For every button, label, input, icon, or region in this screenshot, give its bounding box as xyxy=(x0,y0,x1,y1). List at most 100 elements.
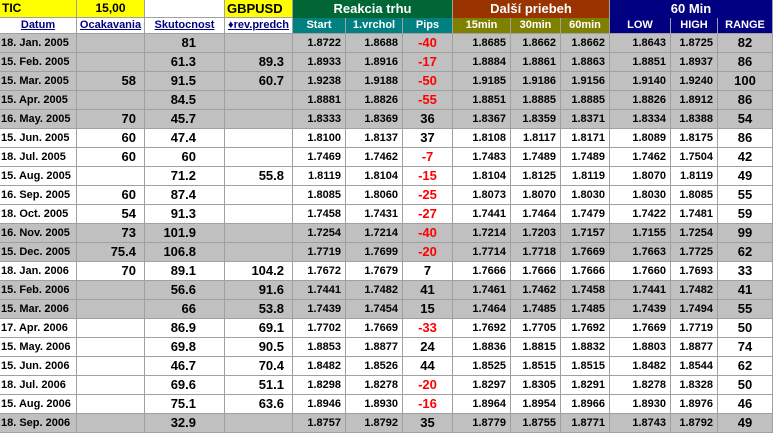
cell-ocakavania[interactable] xyxy=(77,414,145,433)
cell-start[interactable]: 1.9238 xyxy=(293,72,346,91)
cell-rev-predch[interactable]: 104.2 xyxy=(225,262,293,281)
cell-pips[interactable]: 35 xyxy=(403,414,453,433)
cell-rev-predch[interactable]: 90.5 xyxy=(225,338,293,357)
cell-datum[interactable]: 15. Dec. 2005 xyxy=(0,243,77,262)
cell-low[interactable]: 1.8826 xyxy=(610,91,671,110)
cell-rev-predch[interactable] xyxy=(225,414,293,433)
cell-60min[interactable]: 1.7489 xyxy=(561,148,610,167)
cell-15min[interactable]: 1.7692 xyxy=(453,319,511,338)
cell-vrchol[interactable]: 1.8278 xyxy=(346,376,403,395)
cell-high[interactable]: 1.8119 xyxy=(671,167,718,186)
cell-pips[interactable]: -20 xyxy=(403,376,453,395)
cell-high[interactable]: 1.8937 xyxy=(671,53,718,72)
cell-low[interactable]: 1.8070 xyxy=(610,167,671,186)
cell-ocakavania[interactable] xyxy=(77,300,145,319)
column-header-30min[interactable]: 30min xyxy=(511,18,561,34)
cell-30min[interactable]: 1.8117 xyxy=(511,129,561,148)
cell-high[interactable]: 1.7254 xyxy=(671,224,718,243)
cell-rev-predch[interactable]: 51.1 xyxy=(225,376,293,395)
cell-low[interactable]: 1.8930 xyxy=(610,395,671,414)
cell-high[interactable]: 1.8912 xyxy=(671,91,718,110)
cell-rev-predch[interactable]: 60.7 xyxy=(225,72,293,91)
cell-ocakavania[interactable] xyxy=(77,53,145,72)
cell-pips[interactable]: -20 xyxy=(403,243,453,262)
cell-skutocnost[interactable]: 46.7 xyxy=(145,357,225,376)
cell-range[interactable]: 55 xyxy=(718,300,773,319)
cell-datum[interactable]: 18. Jul. 2005 xyxy=(0,148,77,167)
cell-60min[interactable]: 1.8171 xyxy=(561,129,610,148)
cell-rev-predch[interactable]: 63.6 xyxy=(225,395,293,414)
cell-vrchol[interactable]: 1.8826 xyxy=(346,91,403,110)
cell-vrchol[interactable]: 1.8930 xyxy=(346,395,403,414)
cell-pips[interactable]: 36 xyxy=(403,110,453,129)
cell-15min[interactable]: 1.7483 xyxy=(453,148,511,167)
cell-range[interactable]: 41 xyxy=(718,281,773,300)
cell-pips[interactable]: 37 xyxy=(403,129,453,148)
cell-start[interactable]: 1.8933 xyxy=(293,53,346,72)
cell-skutocnost[interactable]: 84.5 xyxy=(145,91,225,110)
cell-vrchol[interactable]: 1.8526 xyxy=(346,357,403,376)
cell-start[interactable]: 1.7439 xyxy=(293,300,346,319)
cell-skutocnost[interactable]: 61.3 xyxy=(145,53,225,72)
cell-range[interactable]: 62 xyxy=(718,243,773,262)
cell-high[interactable]: 1.8085 xyxy=(671,186,718,205)
cell-range[interactable]: 42 xyxy=(718,148,773,167)
cell-60min[interactable]: 1.8885 xyxy=(561,91,610,110)
cell-datum[interactable]: 15. Aug. 2006 xyxy=(0,395,77,414)
cell-vrchol[interactable]: 1.8916 xyxy=(346,53,403,72)
cell-rev-predch[interactable]: 53.8 xyxy=(225,300,293,319)
cell-high[interactable]: 1.8792 xyxy=(671,414,718,433)
cell-start[interactable]: 1.8333 xyxy=(293,110,346,129)
cell-start[interactable]: 1.7254 xyxy=(293,224,346,243)
cell-rev-predch[interactable] xyxy=(225,129,293,148)
cell-vrchol[interactable]: 1.7462 xyxy=(346,148,403,167)
column-header-skutocnost[interactable]: Skutocnost xyxy=(145,18,225,34)
cell-15min[interactable]: 1.7441 xyxy=(453,205,511,224)
cell-low[interactable]: 1.7441 xyxy=(610,281,671,300)
cell-15min[interactable]: 1.8836 xyxy=(453,338,511,357)
cell-30min[interactable]: 1.8755 xyxy=(511,414,561,433)
cell-30min[interactable]: 1.8885 xyxy=(511,91,561,110)
cell-vrchol[interactable]: 1.7454 xyxy=(346,300,403,319)
cell-60min[interactable]: 1.7479 xyxy=(561,205,610,224)
cell-60min[interactable]: 1.8030 xyxy=(561,186,610,205)
cell-range[interactable]: 99 xyxy=(718,224,773,243)
cell-15min[interactable]: 1.9185 xyxy=(453,72,511,91)
cell-15min[interactable]: 1.7464 xyxy=(453,300,511,319)
cell-ocakavania[interactable] xyxy=(77,91,145,110)
cell-60min[interactable]: 1.7485 xyxy=(561,300,610,319)
cell-skutocnost[interactable]: 60 xyxy=(145,148,225,167)
cell-30min[interactable]: 1.7462 xyxy=(511,281,561,300)
cell-skutocnost[interactable]: 106.8 xyxy=(145,243,225,262)
cell-start[interactable]: 1.8853 xyxy=(293,338,346,357)
cell-skutocnost[interactable]: 87.4 xyxy=(145,186,225,205)
cell-15min[interactable]: 1.8073 xyxy=(453,186,511,205)
cell-ocakavania[interactable] xyxy=(77,395,145,414)
cell-rev-predch[interactable]: 55.8 xyxy=(225,167,293,186)
cell-range[interactable]: 54 xyxy=(718,110,773,129)
cell-15min[interactable]: 1.7214 xyxy=(453,224,511,243)
column-header-15min[interactable]: 15min xyxy=(453,18,511,34)
cell-pips[interactable]: -55 xyxy=(403,91,453,110)
cell-ocakavania[interactable]: 60 xyxy=(77,129,145,148)
cell-rev-predch[interactable] xyxy=(225,110,293,129)
cell-datum[interactable]: 15. Feb. 2006 xyxy=(0,281,77,300)
cell-15min[interactable]: 1.8525 xyxy=(453,357,511,376)
cell-30min[interactable]: 1.7489 xyxy=(511,148,561,167)
cell-range[interactable]: 74 xyxy=(718,338,773,357)
cell-pips[interactable]: -50 xyxy=(403,72,453,91)
cell-pips[interactable]: -17 xyxy=(403,53,453,72)
cell-datum[interactable]: 15. Jun. 2005 xyxy=(0,129,77,148)
cell-30min[interactable]: 1.7666 xyxy=(511,262,561,281)
cell-vrchol[interactable]: 1.8792 xyxy=(346,414,403,433)
column-header-vrchol[interactable]: 1.vrchol xyxy=(346,18,403,34)
cell-skutocnost[interactable]: 101.9 xyxy=(145,224,225,243)
cell-vrchol[interactable]: 1.7679 xyxy=(346,262,403,281)
column-header-range[interactable]: RANGE xyxy=(718,18,773,34)
cell-pips[interactable]: 44 xyxy=(403,357,453,376)
cell-30min[interactable]: 1.7485 xyxy=(511,300,561,319)
cell-start[interactable]: 1.7469 xyxy=(293,148,346,167)
cell-30min[interactable]: 1.8954 xyxy=(511,395,561,414)
cell-15min[interactable]: 1.8108 xyxy=(453,129,511,148)
cell-skutocnost[interactable]: 69.8 xyxy=(145,338,225,357)
